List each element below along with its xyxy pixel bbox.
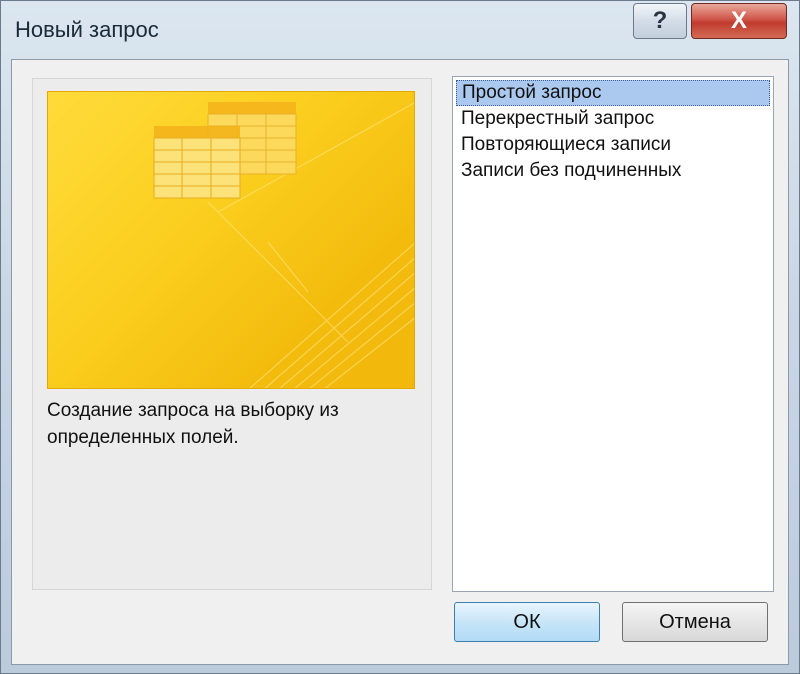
ok-button[interactable]: ОК	[454, 602, 600, 642]
preview-panel: Создание запроса на выборку из определен…	[32, 78, 432, 590]
query-type-list[interactable]: Простой запрос Перекрестный запрос Повто…	[452, 76, 774, 592]
title-bar[interactable]: Новый запрос ? X	[1, 1, 799, 59]
query-illustration-graphic	[153, 102, 414, 388]
list-item-crosstab-query[interactable]: Перекрестный запрос	[456, 106, 770, 132]
close-button[interactable]: X	[691, 3, 787, 39]
cancel-button[interactable]: Отмена	[622, 602, 768, 642]
list-item-find-unmatched[interactable]: Записи без подчиненных	[456, 158, 770, 184]
list-item-simple-query[interactable]: Простой запрос	[456, 80, 770, 106]
dialog-body: Создание запроса на выборку из определен…	[11, 59, 789, 665]
dialog-title: Новый запрос	[15, 17, 159, 42]
dialog-window: Новый запрос ? X Создание запроса на выб…	[0, 0, 800, 674]
close-icon: X	[730, 7, 747, 34]
query-description: Создание запроса на выборку из определен…	[47, 400, 339, 448]
help-button[interactable]: ?	[633, 3, 687, 39]
question-mark-icon: ?	[652, 7, 668, 34]
query-illustration	[47, 91, 415, 389]
list-item-find-duplicates[interactable]: Повторяющиеся записи	[456, 132, 770, 158]
